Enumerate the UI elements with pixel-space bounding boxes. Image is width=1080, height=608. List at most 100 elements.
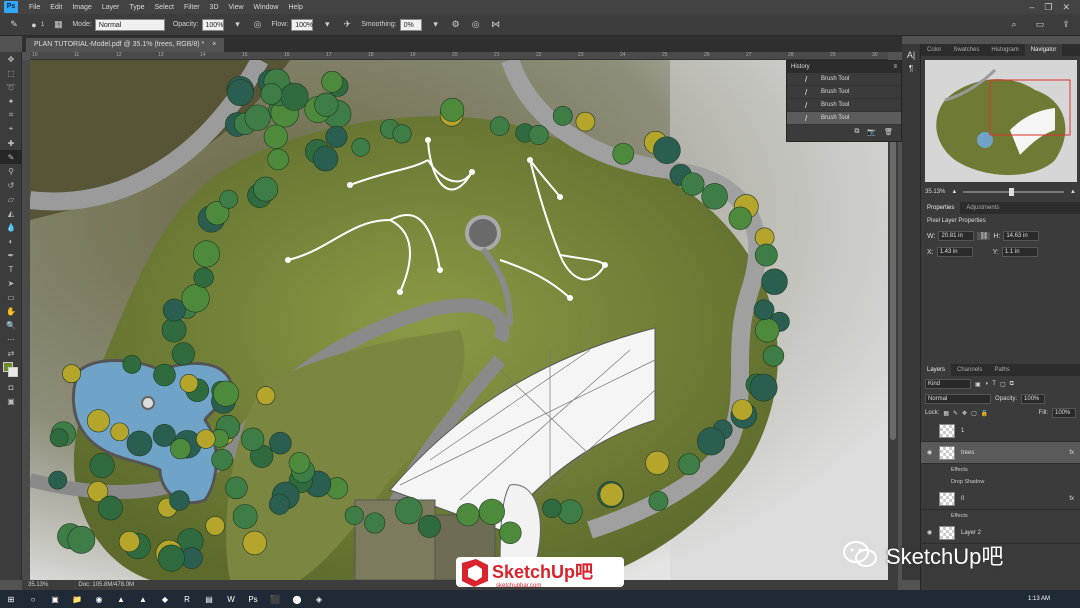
- pressure-size-icon[interactable]: ◎: [470, 19, 482, 31]
- workspace-icon[interactable]: ▭: [1034, 19, 1046, 31]
- fx-icon[interactable]: fx: [1069, 496, 1080, 502]
- tab-histogram[interactable]: Histogram: [985, 44, 1024, 56]
- gear-icon[interactable]: ⚙: [450, 19, 462, 31]
- tab-paths[interactable]: Paths: [988, 364, 1015, 376]
- tab-navigator[interactable]: Navigator: [1024, 44, 1063, 56]
- layer-row-selected[interactable]: ◉ trees fx: [921, 442, 1080, 464]
- taskbar-clock[interactable]: 1:13 AM: [1028, 596, 1080, 602]
- history-row[interactable]: / Brush Tool: [787, 73, 901, 86]
- filter-smart-icon[interactable]: ⧉: [1010, 381, 1014, 388]
- smoothing-field[interactable]: 0%: [399, 18, 422, 31]
- more-tools-icon[interactable]: ⋯: [0, 332, 22, 346]
- filter-type-icon[interactable]: T: [992, 381, 996, 387]
- chevron-down-icon[interactable]: ▾: [321, 19, 333, 31]
- zoom-level[interactable]: 35.13%: [28, 582, 48, 588]
- quick-mask-icon[interactable]: ◘: [0, 380, 22, 394]
- opacity-field[interactable]: 100%: [201, 18, 224, 31]
- share-icon[interactable]: ⇪: [1060, 19, 1072, 31]
- width-field[interactable]: 20.81 in: [938, 231, 975, 241]
- app-icon[interactable]: R: [179, 592, 195, 606]
- start-icon[interactable]: ⊞: [3, 592, 19, 606]
- app-icon[interactable]: ⬤: [289, 592, 305, 606]
- restore-icon[interactable]: ❐: [1044, 2, 1052, 13]
- brush-tool-icon[interactable]: ✎: [8, 19, 20, 31]
- eyedropper-tool-icon[interactable]: ⌖: [0, 122, 22, 136]
- lasso-tool-icon[interactable]: ➰: [0, 80, 22, 94]
- menu-help[interactable]: Help: [283, 4, 307, 11]
- x-field[interactable]: 1.43 in: [936, 247, 973, 257]
- brush-tool-icon[interactable]: ✎: [0, 150, 22, 164]
- word-icon[interactable]: W: [223, 592, 239, 606]
- zoom-tool-icon[interactable]: 🔍: [0, 318, 22, 332]
- minimize-icon[interactable]: –: [1029, 2, 1034, 13]
- app-icon[interactable]: ⬛: [267, 592, 283, 606]
- filter-shape-icon[interactable]: ▢: [1000, 381, 1006, 388]
- path-select-tool-icon[interactable]: ➤: [0, 276, 22, 290]
- healing-tool-icon[interactable]: ✚: [0, 136, 22, 150]
- color-swatches[interactable]: [0, 360, 22, 380]
- menu-file[interactable]: File: [24, 4, 45, 11]
- history-row[interactable]: / Brush Tool: [787, 99, 901, 112]
- app-icon[interactable]: ◆: [157, 592, 173, 606]
- app-icon[interactable]: ▤: [201, 592, 217, 606]
- hand-tool-icon[interactable]: ✋: [0, 304, 22, 318]
- zoom-slider[interactable]: [963, 188, 1065, 196]
- effects-row[interactable]: Effects: [921, 464, 1080, 476]
- visibility-eye-icon[interactable]: ◉: [927, 449, 932, 456]
- snapshot-icon[interactable]: 📷: [867, 128, 876, 136]
- quick-select-tool-icon[interactable]: ✦: [0, 94, 22, 108]
- chevron-down-icon[interactable]: ▾: [430, 19, 442, 31]
- zoom-out-icon[interactable]: ▲: [951, 189, 957, 195]
- lock-paint-icon[interactable]: ✎: [953, 410, 958, 417]
- eraser-tool-icon[interactable]: ▱: [0, 192, 22, 206]
- crop-tool-icon[interactable]: ⌗: [0, 108, 22, 122]
- marquee-tool-icon[interactable]: ⬚: [0, 66, 22, 80]
- pen-tool-icon[interactable]: ✒: [0, 248, 22, 262]
- effects-row[interactable]: Effects: [921, 510, 1080, 522]
- menu-select[interactable]: Select: [150, 4, 179, 11]
- zoom-in-icon[interactable]: ▲: [1070, 189, 1076, 195]
- symmetry-icon[interactable]: ⋈: [490, 19, 502, 31]
- menu-3d[interactable]: 3D: [205, 4, 224, 11]
- lock-artboard-icon[interactable]: ▢: [971, 410, 977, 417]
- panel-menu-icon[interactable]: ≡: [893, 64, 901, 70]
- height-field[interactable]: 14.63 in: [1003, 231, 1040, 241]
- brush-settings-icon[interactable]: ▦: [52, 19, 64, 31]
- move-tool-icon[interactable]: ✥: [0, 52, 22, 66]
- tab-color[interactable]: Color: [921, 44, 947, 56]
- layer-row[interactable]: 1: [921, 420, 1080, 442]
- menu-type[interactable]: Type: [124, 4, 149, 11]
- tab-layers[interactable]: Layers: [921, 364, 952, 376]
- app-icon[interactable]: ▲: [135, 592, 151, 606]
- screen-mode-icon[interactable]: ▣: [0, 394, 22, 408]
- search-icon[interactable]: ⌕: [1008, 19, 1020, 31]
- lock-all-icon[interactable]: 🔒: [981, 410, 988, 417]
- layer-row[interactable]: 0 fx: [921, 488, 1080, 510]
- visibility-eye-icon[interactable]: ◉: [927, 529, 932, 536]
- lock-pixels-icon[interactable]: ▦: [943, 410, 949, 417]
- app-icon[interactable]: ▲: [113, 592, 129, 606]
- search-icon[interactable]: ○: [25, 592, 41, 606]
- menu-filter[interactable]: Filter: [179, 4, 205, 11]
- flow-field[interactable]: 100%: [291, 18, 314, 31]
- filter-pixel-icon[interactable]: ▣: [975, 381, 981, 388]
- link-icon[interactable]: ⛓: [977, 232, 991, 240]
- layer-opacity-field[interactable]: 100%: [1021, 394, 1046, 404]
- swap-colors-icon[interactable]: ⇄: [0, 346, 22, 360]
- paint-bucket-tool-icon[interactable]: ◭: [0, 206, 22, 220]
- chrome-icon[interactable]: ◉: [91, 592, 107, 606]
- filter-adjust-icon[interactable]: ◑: [985, 381, 989, 387]
- paragraph-panel-icon[interactable]: ¶: [902, 64, 920, 73]
- blend-mode-select[interactable]: Normal: [925, 394, 991, 404]
- close-icon[interactable]: ×: [212, 41, 216, 48]
- document-canvas[interactable]: [30, 60, 888, 580]
- navigator-thumbnail[interactable]: [925, 60, 1077, 182]
- blur-tool-icon[interactable]: 💧: [0, 220, 22, 234]
- dodge-tool-icon[interactable]: ◐: [0, 234, 22, 248]
- kind-filter[interactable]: Kind: [925, 379, 971, 389]
- menu-image[interactable]: Image: [67, 4, 96, 11]
- tab-channels[interactable]: Channels: [951, 364, 988, 376]
- scroll-thumb[interactable]: [890, 140, 896, 440]
- app-icon[interactable]: ◈: [311, 592, 327, 606]
- history-row[interactable]: / Brush Tool: [787, 86, 901, 99]
